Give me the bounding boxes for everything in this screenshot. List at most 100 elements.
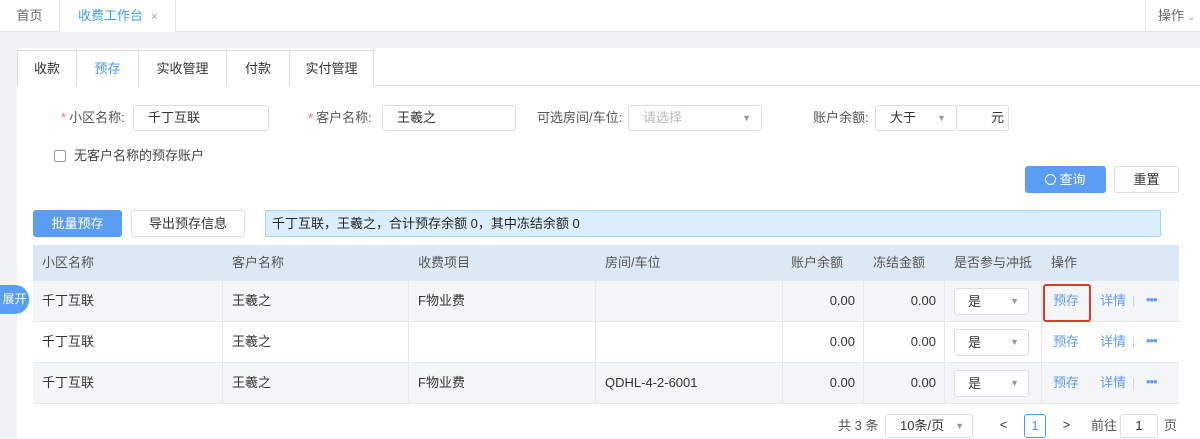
caret-down-icon: ▼ <box>937 113 946 123</box>
room-label: 可选房间/车位: <box>537 110 623 125</box>
top-tab-bar: 首页 收费工作台 × 操作 ⌄ <box>0 0 1200 32</box>
cell-community: 千丁互联 <box>33 322 223 362</box>
customer-label: * 客户名称: <box>308 110 372 125</box>
offset-select-value: 是 <box>968 376 982 391</box>
col-community: 小区名称 <box>42 255 95 270</box>
offset-select[interactable]: 是 ▼ <box>954 329 1029 356</box>
col-offset: 是否参与冲抵 <box>954 255 1033 270</box>
table-row: 千丁互联 王羲之 0.00 0.00 是 ▼ 预存 详情 ••• <box>33 322 1179 363</box>
summary-info-bar: 千丁互联，王羲之，合计预存余额 0，其中冻结余额 0 <box>265 210 1161 237</box>
prestore-link[interactable]: 预存 <box>1053 363 1079 403</box>
balance-operator-select[interactable]: 大于 ▼ <box>875 105 957 131</box>
table-row: 千丁互联 王羲之 F物业费 0.00 0.00 是 ▼ 预存 详情 ••• <box>33 281 1179 322</box>
tab-received-management[interactable]: 实收管理 <box>138 50 227 86</box>
cell-balance: 0.00 <box>783 281 864 321</box>
cell-frozen: 0.00 <box>864 281 945 321</box>
col-customer: 客户名称 <box>232 255 285 270</box>
prestore-link[interactable]: 预存 <box>1053 322 1079 362</box>
highlight-box <box>1043 284 1091 322</box>
pagination-total: 共 3 条 <box>838 418 879 433</box>
cell-customer: 王羲之 <box>223 322 409 362</box>
action-divider <box>1133 337 1134 348</box>
query-button[interactable]: 查询 <box>1025 166 1106 193</box>
caret-down-icon: ▼ <box>1010 378 1019 388</box>
no-customer-checkbox-label[interactable]: 无客户名称的预存账户 <box>74 146 204 166</box>
prev-page-button[interactable]: < <box>990 414 1017 438</box>
col-item: 收费项目 <box>418 255 471 270</box>
customer-field[interactable]: 王羲之 <box>382 105 516 131</box>
tab-paid-management[interactable]: 实付管理 <box>289 50 374 86</box>
balance-operator-value: 大于 <box>890 110 917 125</box>
table-header: 小区名称 客户名称 收费项目 房间/车位 账户余额 冻结金额 是否参与冲抵 操作 <box>33 245 1179 281</box>
room-select[interactable]: 请选择 ▼ <box>628 105 762 131</box>
expand-tab[interactable]: 展开 <box>0 285 29 314</box>
more-icon[interactable]: ••• <box>1146 281 1158 319</box>
balance-unit: 元 <box>990 110 1004 125</box>
page-size-value: 10条/页 <box>900 418 945 433</box>
community-label: * 小区名称: <box>61 110 125 125</box>
balance-label: 账户余额: <box>813 110 869 125</box>
goto-label: 前往 <box>1091 418 1118 433</box>
community-field[interactable]: 千丁互联 <box>133 105 269 131</box>
chevron-down-icon: ⌄ <box>1187 12 1196 23</box>
cell-frozen: 0.00 <box>864 322 945 362</box>
room-select-placeholder: 请选择 <box>643 110 683 125</box>
tab-billing-workbench-label: 收费工作台 <box>78 8 144 23</box>
operations-menu-button[interactable]: 操作 ⌄ <box>1145 0 1200 32</box>
balance-amount-field[interactable]: 元 <box>956 105 1009 131</box>
reset-button[interactable]: 重置 <box>1114 166 1179 193</box>
detail-link[interactable]: 详情 <box>1100 363 1126 403</box>
main-card: 收款 预存 实收管理 付款 实付管理 * 小区名称: 千丁互联 * 客户名称: 王羲… <box>17 48 1200 439</box>
cell-frozen: 0.00 <box>864 363 945 403</box>
operations-label: 操作 <box>1158 8 1185 23</box>
cell-community: 千丁互联 <box>33 281 223 321</box>
action-divider <box>1133 378 1134 389</box>
cell-item: F物业费 <box>409 363 596 403</box>
close-icon[interactable]: × <box>151 11 157 23</box>
caret-down-icon: ▼ <box>1010 337 1019 347</box>
more-icon[interactable]: ••• <box>1146 322 1158 360</box>
offset-select-value: 是 <box>968 335 982 350</box>
caret-down-icon: ▼ <box>1010 296 1019 306</box>
table-row: 千丁互联 王羲之 F物业费 QDHL-4-2-6001 0.00 0.00 是 ▼… <box>33 363 1179 404</box>
col-balance: 账户余额 <box>791 255 844 270</box>
offset-select[interactable]: 是 ▼ <box>954 288 1029 315</box>
cell-item <box>409 322 596 362</box>
offset-select-value: 是 <box>968 294 982 309</box>
caret-down-icon: ▼ <box>955 421 964 431</box>
tab-payment[interactable]: 付款 <box>226 50 290 86</box>
action-divider <box>1133 296 1134 307</box>
tab-billing-workbench[interactable]: 收费工作台 × <box>60 0 176 32</box>
offset-select[interactable]: 是 ▼ <box>954 370 1029 397</box>
cell-customer: 王羲之 <box>223 281 409 321</box>
cell-room: QDHL-4-2-6001 <box>596 363 783 403</box>
cell-item: F物业费 <box>409 281 596 321</box>
tab-prestore[interactable]: 预存 <box>76 50 139 87</box>
cell-room <box>596 281 783 321</box>
goto-page-input[interactable]: 1 <box>1120 414 1158 438</box>
detail-link[interactable]: 详情 <box>1100 281 1126 321</box>
cell-room <box>596 322 783 362</box>
next-page-button[interactable]: > <box>1053 414 1080 438</box>
page-suffix: 页 <box>1164 418 1178 433</box>
more-icon[interactable]: ••• <box>1146 363 1158 401</box>
col-frozen: 冻结金额 <box>873 255 926 270</box>
sub-tab-bar: 收款 预存 实收管理 付款 实付管理 <box>17 50 1200 87</box>
query-button-label: 查询 <box>1059 172 1086 187</box>
col-room: 房间/车位 <box>605 255 661 270</box>
cell-customer: 王羲之 <box>223 363 409 403</box>
caret-down-icon: ▼ <box>742 113 751 123</box>
detail-link[interactable]: 详情 <box>1100 322 1126 362</box>
cell-community: 千丁互联 <box>33 363 223 403</box>
tab-home[interactable]: 首页 <box>0 0 60 32</box>
export-prestore-button[interactable]: 导出预存信息 <box>131 210 245 237</box>
cell-balance: 0.00 <box>783 322 864 362</box>
no-customer-checkbox[interactable] <box>54 150 66 162</box>
batch-prestore-button[interactable]: 批量预存 <box>33 210 122 237</box>
search-icon <box>1045 174 1057 185</box>
tab-collect[interactable]: 收款 <box>17 50 77 86</box>
col-actions: 操作 <box>1051 255 1078 270</box>
page-1-button[interactable]: 1 <box>1024 414 1046 438</box>
page-size-select[interactable]: 10条/页 ▼ <box>885 414 973 438</box>
cell-balance: 0.00 <box>783 363 864 403</box>
